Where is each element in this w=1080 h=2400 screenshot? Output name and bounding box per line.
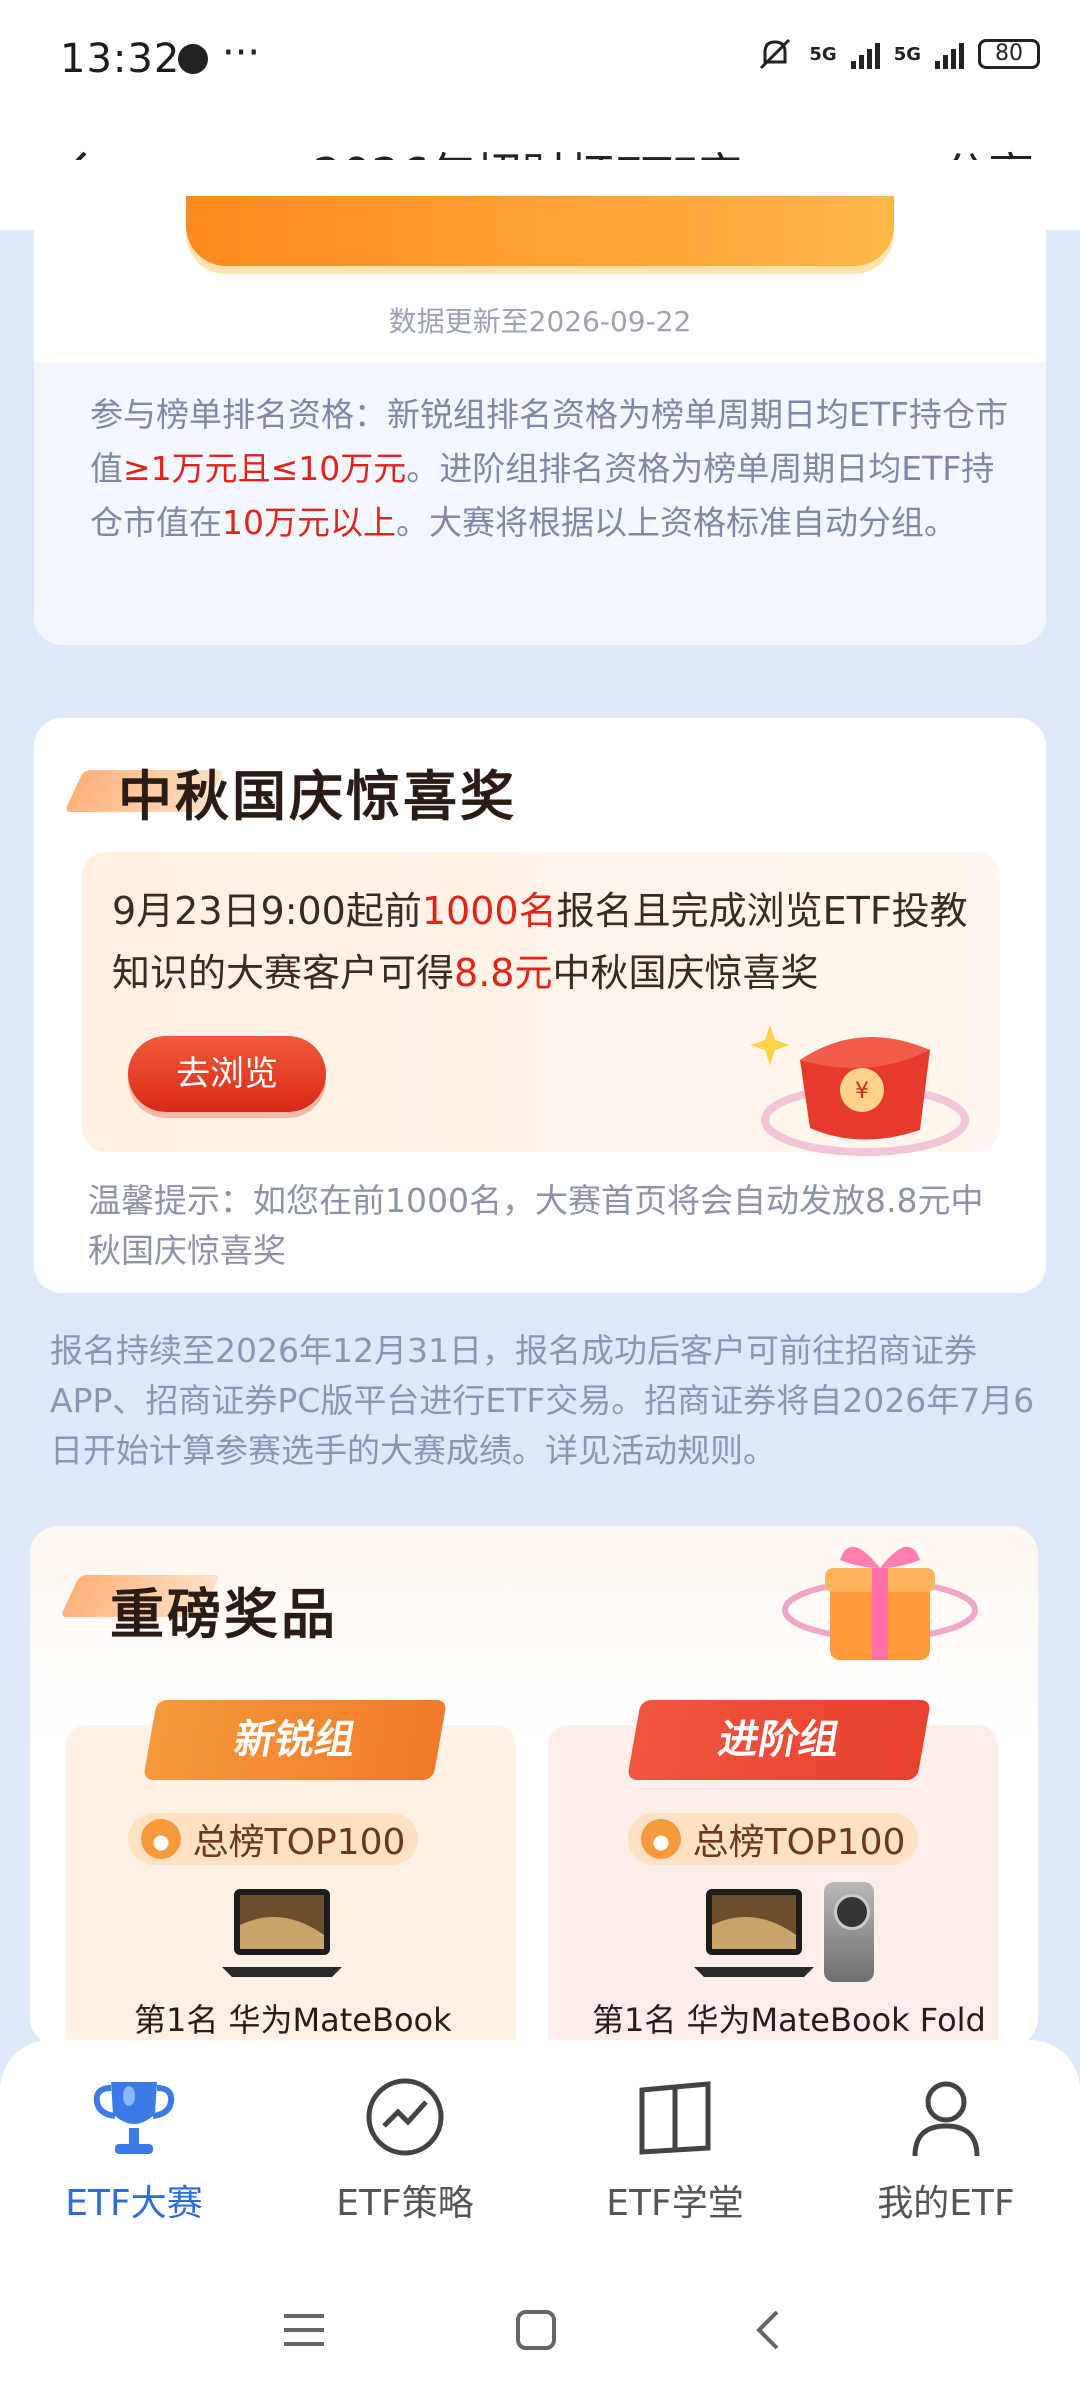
signal-label-2: 5G [893,43,921,65]
festival-title: 中秋国庆惊喜奖 [118,765,517,828]
festival-description: 9月23日9:00起前1000名报名且完成浏览ETF投教知识的大赛客户可得8.8… [112,880,992,1004]
laptop-icon [222,1889,342,1977]
prize-name-rookie: 第1名 华为MateBook [134,2001,452,2039]
signup-info-text: 报名持续至2026年12月31日，报名成功后客户可前往招商证券APP、招商证券P… [50,1331,1035,1470]
rank-pill-rookie: 总榜TOP100 [128,1813,418,1865]
rank-label: 总榜TOP100 [192,1822,406,1863]
tab-label: ETF策略 [336,2183,474,2224]
festival-tip: 温馨提示：如您在前1000名，大赛首页将会自动发放8.8元中秋国庆惊喜奖 [88,1181,984,1270]
status-bar: 13:32 ··· 5G 5G 80 [0,0,1080,115]
qualification-highlight: ≥1万元且≤10万元 [123,449,407,488]
tab-etf-strategy[interactable]: ETF策略 [305,2072,505,2226]
tab-label: ETF大赛 [65,2183,203,2224]
red-envelope-icon: ¥ [750,1025,969,1156]
svg-text:¥: ¥ [855,1079,869,1104]
browse-button[interactable]: 去浏览 [128,1036,326,1112]
menu-button[interactable] [274,2300,334,2360]
festival-desc-highlight: 1000名 [421,889,557,933]
gift-box-icon [782,1546,978,1660]
status-time: 13:32 [60,36,181,82]
trophy-icon [93,2082,175,2154]
festival-desc-part: 中秋国庆惊喜奖 [552,951,819,995]
tab-label: ETF学堂 [606,2183,744,2224]
status-indicators: 5G 5G 80 [755,34,1040,74]
tab-my-etf[interactable]: 我的ETF [846,2072,1046,2226]
laptop-icon [694,1889,814,1977]
qualification-text: 参与榜单排名资格：新锐组排名资格为榜单周期日均ETF持仓市值≥1万元且≤10万元… [90,388,1020,550]
system-navigation-bar [0,2290,1080,2370]
more-notifications-icon: ··· [222,30,261,76]
home-button[interactable] [506,2300,566,2360]
tab-label: 我的ETF [877,2183,1015,2224]
tab-etf-contest[interactable]: ETF大赛 [34,2072,234,2226]
signal-bars-2-icon [935,39,964,69]
signal-label-1: 5G [809,43,837,65]
square-home-icon [516,2310,556,2350]
group-tag-rookie[interactable]: 新锐组 [142,1700,448,1780]
book-icon [639,2081,711,2155]
ranking-banner-bottom [186,196,894,266]
rank-label: 总榜TOP100 [692,1822,906,1863]
festival-desc-highlight: 8.8元 [454,951,553,995]
prize-name-advanced: 第1名 华为MateBook Fold [592,2001,986,2039]
prizes-title: 重磅奖品 [110,1583,338,1646]
tab-etf-academy[interactable]: ETF学堂 [575,2072,775,2226]
notification-icon [178,44,208,74]
data-update-text: 数据更新至2026-09-22 [388,305,692,338]
user-icon [912,2081,980,2157]
menu-icon [284,2314,324,2346]
qualification-text-part: 。大赛将根据以上资格标准自动分组。 [396,503,957,542]
mute-icon [760,38,791,70]
chevron-left-icon [756,2310,779,2350]
rank-pill-advanced: 总榜TOP100 [628,1813,918,1865]
flame-icon [640,1819,681,1859]
qualification-highlight: 10万元以上 [222,503,396,542]
strategy-chart-icon [366,2078,444,2156]
flame-icon [140,1819,181,1859]
system-back-button[interactable] [738,2300,798,2360]
festival-desc-part: 9月23日9:00起前 [112,889,422,933]
group-tag-advanced[interactable]: 进阶组 [626,1700,932,1780]
phone-icon [824,1882,874,1982]
signal-bars-1-icon [850,39,880,69]
battery-indicator: 80 [978,39,1040,69]
